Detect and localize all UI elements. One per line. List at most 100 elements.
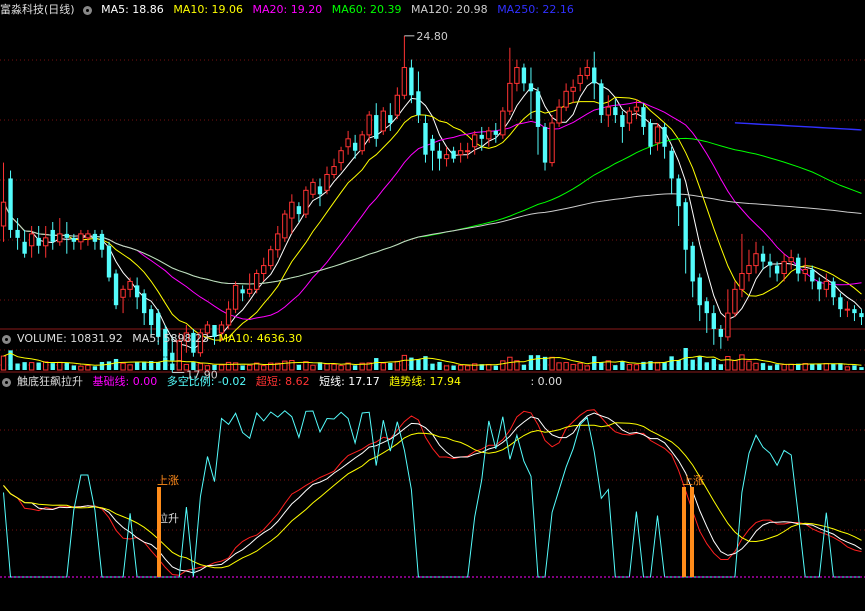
candle-body-4: [28, 233, 35, 247]
stock-title[interactable]: 富淼科技(日线): [0, 3, 75, 16]
candle-body-78: [549, 122, 555, 164]
candle-body-39: [275, 233, 281, 251]
volume-bar-57: [401, 354, 408, 371]
candle-120: [844, 301, 851, 318]
short-line-readout: 短线: 17.17: [319, 375, 380, 388]
candle-body-2: [15, 229, 20, 238]
candle-body-52: [366, 114, 372, 136]
volume-bar-104: [732, 360, 738, 371]
volume-bar-46: [324, 363, 330, 371]
candle-body-77: [542, 126, 548, 163]
candle-32: [225, 301, 232, 329]
short-line: [3, 412, 862, 574]
trend-line: [3, 422, 862, 569]
candle-61: [430, 134, 435, 171]
volume-bar-106: [746, 360, 752, 371]
candle-75: [528, 67, 534, 120]
volume-bar-23: [163, 357, 168, 370]
candle-88: [620, 111, 625, 143]
volume-bar-98: [690, 359, 695, 370]
candle-53: [374, 103, 379, 147]
volume-bar-31: [218, 364, 225, 371]
candle-body-41: [289, 201, 295, 219]
candle-97: [683, 198, 688, 274]
volume-bar-40: [282, 360, 288, 371]
candle-body-12: [85, 233, 91, 239]
long-short-ratio-readout: 多空比例: -0.02: [166, 375, 247, 388]
candle-body-120: [844, 308, 851, 311]
candle-60: [423, 115, 428, 163]
candle-body-61: [430, 138, 435, 151]
candle-body-54: [380, 110, 386, 132]
candle-body-14: [99, 233, 105, 250]
candle-71: [500, 107, 506, 139]
candle-36: [254, 269, 260, 294]
volume-bar-80: [563, 362, 569, 371]
settings-icon[interactable]: [82, 5, 92, 15]
ma10-readout: MA10: 19.06: [173, 3, 244, 16]
volume-bar-112: [788, 363, 794, 371]
candle-113: [796, 253, 801, 282]
ultra-short-readout: 超短: 8.62: [255, 375, 310, 388]
volume-bar-115: [810, 363, 815, 370]
volume-bar-41: [289, 359, 295, 371]
volume-panel-header: VOLUME: 10831.92 MA5: 5898.23 MA10: 4636…: [0, 331, 308, 347]
candle-74: [521, 63, 527, 92]
volume-bar-27: [191, 362, 196, 370]
candle-body-70: [493, 130, 498, 135]
candle-body-100: [704, 301, 709, 314]
candle-114: [802, 257, 808, 282]
candle-98: [690, 241, 695, 298]
candle-96: [676, 174, 681, 226]
candle-76: [535, 87, 541, 155]
volume-bar-79: [556, 362, 562, 371]
candle-body-36: [254, 273, 260, 290]
candle-body-121: [852, 309, 857, 314]
volume-bar-22: [156, 362, 161, 370]
volume-bar-105: [739, 354, 745, 371]
candle-108: [760, 245, 766, 270]
volume-bar-74: [521, 364, 527, 370]
indicator-settings-icon[interactable]: [2, 377, 11, 387]
candle-117: [823, 273, 830, 298]
candle-body-110: [774, 265, 780, 274]
candle-body-58: [409, 67, 414, 96]
ma250-line: [734, 122, 862, 131]
volume-settings-icon[interactable]: [2, 334, 11, 344]
candle-body-84: [592, 67, 597, 84]
candle-body-107: [753, 253, 759, 267]
candle-body-83: [584, 67, 590, 76]
candle-body-33: [232, 284, 239, 310]
candle-44: [310, 178, 316, 199]
volume-bar-75: [528, 355, 534, 370]
volume-bar-12: [85, 364, 91, 371]
volume-bar-35: [246, 364, 253, 371]
candle-106: [746, 249, 752, 282]
candle-15: [106, 241, 112, 282]
price-panel-header: 富淼科技(日线) MA5: 18.86 MA10: 19.06 MA20: 19…: [0, 2, 580, 18]
volume-bar-62: [437, 361, 442, 370]
volume-bar-118: [831, 363, 836, 370]
volume-bar-32: [225, 361, 232, 371]
volume-bar-8: [57, 361, 63, 371]
candle-62: [437, 142, 442, 171]
volume-bar-76: [535, 355, 541, 370]
candle-body-62: [437, 150, 442, 159]
candle-80: [563, 83, 569, 112]
candle-body-48: [338, 150, 344, 164]
candle-body-1: [8, 178, 13, 230]
candle-body-55: [388, 115, 393, 123]
volume-bar-19: [134, 361, 140, 370]
volume-bar-83: [584, 365, 590, 371]
candle-body-73: [514, 67, 520, 84]
candle-body-13: [92, 233, 98, 242]
volume-bar-44: [310, 364, 316, 371]
candle-13: [92, 229, 98, 250]
candle-104: [732, 281, 738, 318]
volume-bar-0: [0, 355, 7, 371]
candle-body-93: [654, 126, 661, 144]
candle-body-21: [149, 309, 154, 325]
candle-118: [831, 277, 836, 306]
candle-body-67: [472, 134, 478, 148]
candle-35: [246, 273, 253, 298]
